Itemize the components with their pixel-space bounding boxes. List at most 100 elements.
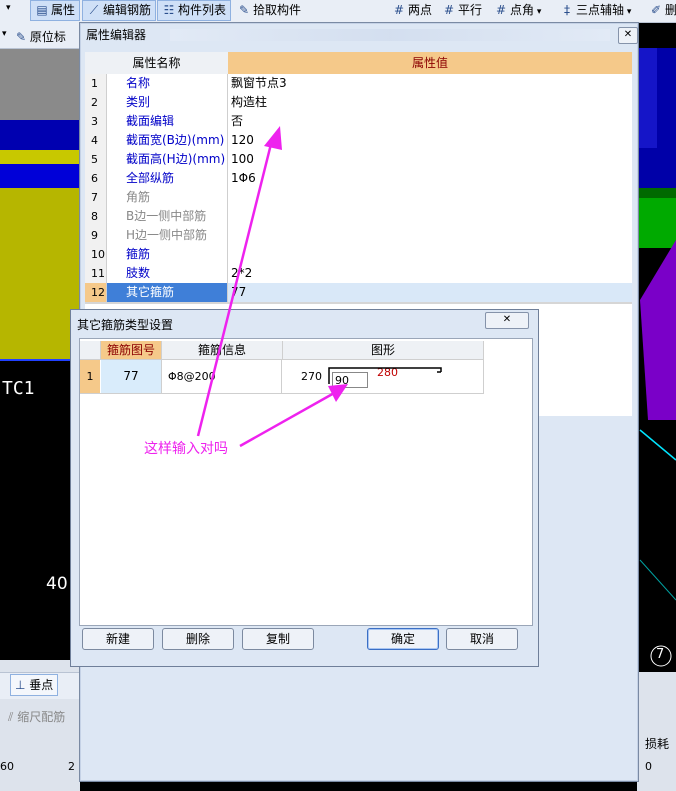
copy-button[interactable]: 复制 — [242, 628, 314, 650]
two-point-button[interactable]: # 两点 — [388, 1, 436, 20]
delete-toolbar-button[interactable]: ✐ 删 — [645, 1, 676, 20]
property-row[interactable]: 2 类别 构造柱 — [85, 93, 632, 113]
parallel-icon: # — [443, 3, 455, 17]
toolbar-dropdown-arrow[interactable]: ▾ — [6, 3, 11, 13]
comp-list-label: 构件列表 — [178, 3, 227, 17]
property-row-num: 7 — [85, 188, 107, 207]
loss-label: 损耗 — [645, 737, 670, 751]
stirrup-type-dialog: 其它箍筋类型设置 ✕ 箍筋图号 箍筋信息 图形 1 77 Φ8@200 270 … — [70, 309, 539, 667]
close-icon[interactable]: ✕ — [485, 312, 529, 329]
label-tc1: TC1 — [2, 378, 35, 399]
property-row-num: 1 — [85, 74, 107, 93]
property-row-num: 3 — [85, 112, 107, 131]
property-row-num: 8 — [85, 207, 107, 226]
three-point-aux-button[interactable]: ‡ 三点辅轴 ▾ — [556, 1, 635, 20]
close-icon[interactable]: ✕ — [618, 27, 638, 44]
property-value-cell[interactable]: 飘窗节点3 — [228, 74, 632, 93]
property-value-cell[interactable] — [228, 188, 632, 207]
mark-7: 7 — [656, 647, 665, 662]
stirrup-info-cell[interactable]: Φ8@200 — [162, 360, 282, 393]
property-row[interactable]: 6 全部纵筋 1Φ6 — [85, 169, 632, 189]
stirrup-no-cell[interactable]: 77 — [101, 360, 162, 393]
property-value-cell[interactable]: 1Φ6 — [228, 169, 632, 188]
blurred-toolbar-strip — [170, 29, 610, 41]
property-row-num: 11 — [85, 264, 107, 283]
stirrup-shape-cell[interactable]: 270 280 — [283, 360, 484, 393]
property-name-cell: 全部纵筋 — [107, 169, 228, 188]
origin-button[interactable]: ✎ 原位标 — [16, 28, 66, 45]
col-stirrup-info: 箍筋信息 — [162, 341, 283, 360]
pick-label: 拾取构件 — [253, 3, 302, 17]
property-row[interactable]: 8 B边一侧中部筋 — [85, 207, 632, 227]
property-icon: ▤ — [36, 3, 48, 17]
property-value-cell[interactable]: 100 — [228, 150, 632, 169]
two-point-icon: # — [393, 3, 405, 17]
property-value-cell[interactable]: 120 — [228, 131, 632, 150]
snap-perp-label: 垂点 — [29, 678, 54, 692]
property-value-cell[interactable]: 2*2 — [228, 264, 632, 283]
snap-perp-button[interactable]: ⊥ 垂点 — [10, 674, 59, 696]
property-row[interactable]: 1 名称 飘窗节点3 — [85, 74, 632, 94]
attr-button[interactable]: ▤ 属性 — [30, 0, 81, 21]
list-icon: ☷ — [163, 3, 175, 17]
property-row-num: 9 — [85, 226, 107, 245]
annotation-text: 这样输入对吗 — [144, 441, 228, 457]
property-value-cell[interactable]: 否 — [228, 112, 632, 131]
property-value-cell[interactable]: 77 — [228, 283, 632, 302]
shape-bottom-input[interactable] — [332, 372, 368, 388]
property-name-cell: 截面高(H边)(mm) — [107, 150, 228, 169]
ok-button[interactable]: 确定 — [367, 628, 439, 650]
point-angle-button[interactable]: # 点角 ▾ — [490, 1, 545, 20]
property-row-num: 12 — [85, 283, 107, 302]
cancel-button[interactable]: 取消 — [446, 628, 518, 650]
property-row[interactable]: 9 H边一侧中部筋 — [85, 226, 632, 246]
shrink-button[interactable]: ⫽ 缩尺配筋 — [8, 708, 65, 725]
bottom-num-2: 2 — [68, 760, 75, 773]
property-name-cell: 箍筋 — [107, 245, 228, 264]
property-name-cell: 名称 — [107, 74, 228, 93]
shape-left-length: 270 — [301, 370, 322, 383]
rebar-icon: ⟋ — [89, 3, 99, 17]
property-value-cell[interactable] — [228, 207, 632, 226]
property-value-cell[interactable]: 构造柱 — [228, 93, 632, 112]
point-angle-label: 点角 — [510, 3, 535, 17]
bottom-num-60: 60 — [0, 760, 14, 773]
stirrup-row-header-corner — [80, 341, 101, 360]
property-name-cell: 截面宽(B边)(mm) — [107, 131, 228, 150]
col-stirrup-shape: 图形 — [283, 341, 484, 360]
comp-list-button[interactable]: ☷ 构件列表 — [157, 0, 232, 21]
property-name-cell: 截面编辑 — [107, 112, 228, 131]
perp-icon: ⊥ — [15, 678, 26, 692]
stirrup-row[interactable]: 1 77 Φ8@200 270 280 — [80, 360, 484, 394]
parallel-button[interactable]: # 平行 — [438, 1, 486, 20]
property-name-cell: 角筋 — [107, 188, 228, 207]
property-name-cell: 肢数 — [107, 264, 228, 283]
pick-button[interactable]: ✎ 拾取构件 — [233, 1, 305, 20]
stirrup-row-num: 1 — [80, 360, 100, 393]
property-row[interactable]: 7 角筋 — [85, 188, 632, 208]
secondary-dropdown-arrow[interactable]: ▾ — [2, 29, 7, 39]
property-row[interactable]: 12 其它箍筋 77 — [85, 283, 632, 303]
shrink-icon: ⫽ — [8, 710, 14, 724]
edit-rebar-button[interactable]: ⟋ 编辑钢筋 — [82, 0, 157, 21]
property-editor-title: 属性编辑器 — [86, 28, 147, 42]
property-row[interactable]: 5 截面高(H边)(mm) 100 — [85, 150, 632, 170]
three-point-aux-label: 三点辅轴 — [576, 3, 625, 17]
three-point-icon: ‡ — [564, 3, 570, 17]
property-value-cell[interactable] — [228, 226, 632, 245]
property-name-cell: B边一侧中部筋 — [107, 207, 228, 226]
property-name-cell: 其它箍筋 — [107, 283, 228, 302]
new-button[interactable]: 新建 — [82, 628, 154, 650]
property-value-cell[interactable] — [228, 245, 632, 264]
stirrup-table: 箍筋图号 箍筋信息 图形 1 77 Φ8@200 270 280 — [79, 338, 533, 626]
property-name-cell: H边一侧中部筋 — [107, 226, 228, 245]
eraser-icon: ✐ — [650, 3, 662, 17]
delete-button[interactable]: 删除 — [162, 628, 234, 650]
property-row[interactable]: 3 截面编辑否 — [85, 112, 632, 132]
parallel-label: 平行 — [458, 3, 483, 17]
property-row[interactable]: 4 截面宽(B边)(mm) 120 — [85, 131, 632, 151]
property-row[interactable]: 11 肢数 2*2 — [85, 264, 632, 284]
property-row-num: 5 — [85, 150, 107, 169]
property-row[interactable]: 10 箍筋 — [85, 245, 632, 265]
edit-rebar-label: 编辑钢筋 — [103, 3, 152, 17]
